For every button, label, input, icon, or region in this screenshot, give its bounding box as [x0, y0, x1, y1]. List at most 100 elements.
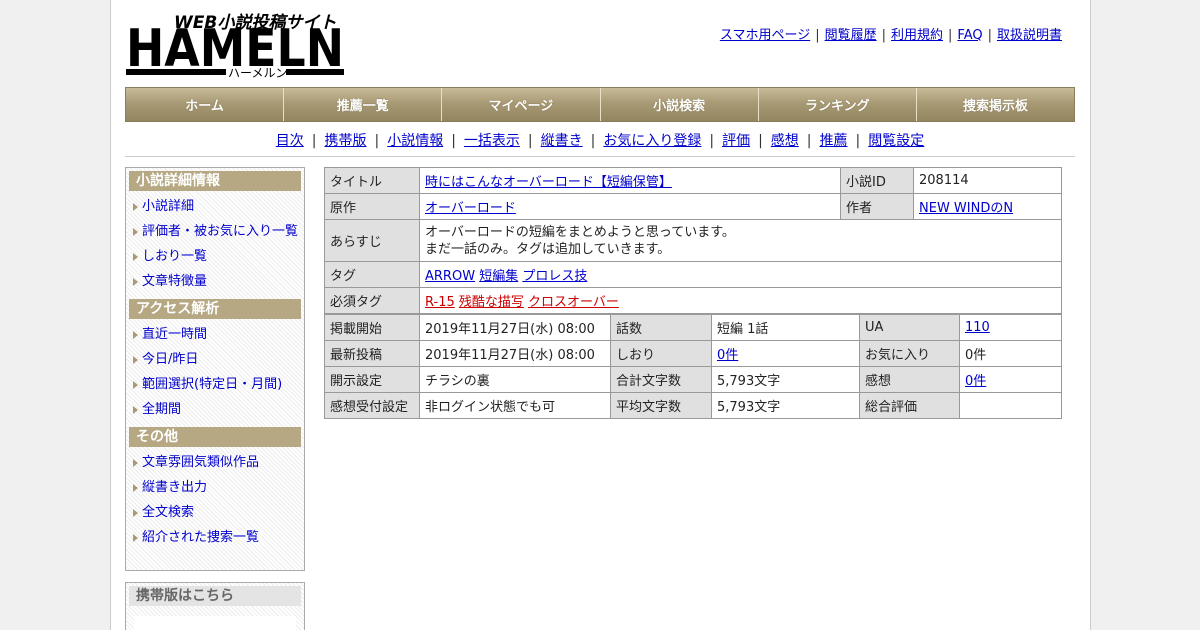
subnav-add-favorite[interactable]: お気に入り登録	[603, 133, 701, 149]
mobile-box-heading: 携帯版はこちら	[129, 586, 301, 606]
subnav-novel-info[interactable]: 小説情報	[387, 133, 443, 149]
sidebar-heading-access: アクセス解析	[129, 299, 301, 319]
toplink-smartphone[interactable]: スマホ用ページ	[720, 28, 810, 43]
required-tags-label: 必須タグ	[324, 287, 420, 314]
nav-recommend-list[interactable]: 推薦一覧	[284, 88, 443, 121]
arrow-icon	[133, 253, 138, 261]
sidebar-item-last-hour[interactable]: 直近一時間	[126, 322, 304, 347]
stat-value: 0件	[959, 340, 1062, 367]
required-tag-link[interactable]: R-15	[425, 295, 455, 310]
id-value: 208114	[913, 167, 1062, 194]
sidebar-item-similar[interactable]: 文章雰囲気類似作品	[126, 450, 304, 475]
top-links: スマホ用ページ | 閲覧履歴 | 利用規約 | FAQ | 取扱説明書	[719, 28, 1062, 43]
stat-value: 5,793文字	[711, 392, 860, 419]
hameln-logo[interactable]: WEB小説投稿サイト HAMELN ハーメルン	[126, 8, 348, 82]
sidebar-item-novel-detail[interactable]: 小説詳細	[126, 194, 304, 219]
author-cell: NEW WINDのN	[913, 193, 1062, 220]
arrow-icon	[133, 406, 138, 414]
stat-label: 最新投稿	[324, 340, 420, 367]
stat-value	[959, 392, 1062, 419]
author-label: 作者	[840, 193, 914, 220]
title-link[interactable]: 時にはこんなオーバーロード【短編保管】	[425, 175, 672, 190]
original-link[interactable]: オーバーロード	[425, 201, 516, 216]
stat-label: 平均文字数	[610, 392, 712, 419]
arrow-icon	[133, 459, 138, 467]
tag-link[interactable]: プロレス技	[522, 269, 587, 284]
arrow-icon	[133, 356, 138, 364]
sidebar-item-introduced[interactable]: 紹介された捜索一覧	[126, 525, 304, 550]
tag-link[interactable]: 短編集	[479, 269, 518, 284]
table-row: タイトル 時にはこんなオーバーロード【短編保管】 小説ID 208114	[324, 167, 1062, 194]
stat-value: 非ログイン状態でも可	[419, 392, 611, 419]
toplink-terms[interactable]: 利用規約	[891, 28, 943, 43]
stat-value-cell: 110	[959, 314, 1062, 341]
subnav-view-settings[interactable]: 閲覧設定	[868, 133, 924, 149]
stat-value: 短編 1話	[711, 314, 860, 341]
novel-info-table: タイトル 時にはこんなオーバーロード【短編保管】 小説ID 208114 原作 …	[324, 167, 1062, 314]
subnav-recommend[interactable]: 推薦	[820, 133, 848, 149]
stat-value-cell: 0件	[711, 340, 860, 367]
divider	[125, 156, 1075, 157]
sidebar-item-bookmarks[interactable]: しおり一覧	[126, 244, 304, 269]
table-row: 掲載開始 2019年11月27日(水) 08:00 話数 短編 1話 UA 11…	[324, 314, 1062, 341]
subnav-toc[interactable]: 目次	[276, 133, 304, 149]
bookmarks-link[interactable]: 0件	[717, 348, 738, 363]
stat-label: 総合評価	[859, 392, 960, 419]
sub-nav: 目次 | 携帯版 | 小説情報 | 一括表示 | 縦書き | お気に入り登録 | 評価 | 感想 | 推薦 | 閲覧…	[275, 133, 925, 149]
nav-novel-search[interactable]: 小説検索	[600, 88, 759, 121]
table-row: 開示設定 チラシの裏 合計文字数 5,793文字 感想 0件	[324, 366, 1062, 393]
sidebar-item-vertical-output[interactable]: 縦書き出力	[126, 475, 304, 500]
table-row: 原作 オーバーロード 作者 NEW WINDのN	[324, 193, 1062, 220]
toplink-history[interactable]: 閲覧履歴	[825, 28, 877, 43]
table-row: 感想受付設定 非ログイン状態でも可 平均文字数 5,793文字 総合評価	[324, 392, 1062, 419]
sidebar-item-text-features[interactable]: 文章特徴量	[126, 269, 304, 294]
main-nav: ホーム 推薦一覧 マイページ 小説検索 ランキング 捜索掲示板	[125, 87, 1075, 122]
subnav-show-all[interactable]: 一括表示	[464, 133, 520, 149]
sidebar-item-fulltext-search[interactable]: 全文検索	[126, 500, 304, 525]
sidebar-item-raters[interactable]: 評価者・被お気に入り一覧	[126, 219, 304, 244]
ua-link[interactable]: 110	[965, 320, 990, 335]
stat-label: 合計文字数	[610, 366, 712, 393]
subnav-vertical[interactable]: 縦書き	[541, 133, 583, 149]
sidebar-item-today[interactable]: 今日/昨日	[126, 347, 304, 372]
toplink-manual[interactable]: 取扱説明書	[997, 28, 1062, 43]
author-link[interactable]: NEW WINDのN	[919, 201, 1013, 216]
table-row: あらすじ オーバーロードの短編をまとめようと思っています。 まだ一話のみ。タグは追…	[324, 219, 1062, 262]
toplink-faq[interactable]: FAQ	[957, 28, 982, 43]
nav-mypage[interactable]: マイページ	[442, 88, 601, 121]
stat-value: 5,793文字	[711, 366, 860, 393]
stat-label: 感想	[859, 366, 960, 393]
subnav-comments[interactable]: 感想	[771, 133, 799, 149]
title-cell: 時にはこんなオーバーロード【短編保管】	[419, 167, 841, 194]
page: WEB小説投稿サイト HAMELN ハーメルン スマホ用ページ | 閲覧履歴 | 利用規…	[110, 0, 1091, 630]
arrow-icon	[133, 484, 138, 492]
synopsis-value: オーバーロードの短編をまとめようと思っています。 まだ一話のみ。タグは追加していき…	[419, 219, 1062, 262]
sidebar-item-all-time[interactable]: 全期間	[126, 397, 304, 422]
stat-label: UA	[859, 314, 960, 341]
nav-ranking[interactable]: ランキング	[758, 88, 917, 121]
stat-label: 開示設定	[324, 366, 420, 393]
arrow-icon	[133, 509, 138, 517]
stat-label: お気に入り	[859, 340, 960, 367]
stat-label: 掲載開始	[324, 314, 420, 341]
table-row: 最新投稿 2019年11月27日(水) 08:00 しおり 0件 お気に入り 0…	[324, 340, 1062, 367]
original-label: 原作	[324, 193, 420, 220]
tag-link[interactable]: ARROW	[425, 269, 475, 284]
subnav-rate[interactable]: 評価	[722, 133, 750, 149]
mobile-box: 携帯版はこちら	[125, 582, 305, 630]
nav-search-board[interactable]: 捜索掲示板	[916, 88, 1075, 121]
title-label: タイトル	[324, 167, 420, 194]
comments-link[interactable]: 0件	[965, 374, 986, 389]
arrow-icon	[133, 381, 138, 389]
sidebar-item-range[interactable]: 範囲選択(特定日・月間)	[126, 372, 304, 397]
required-tag-link[interactable]: クロスオーバー	[528, 295, 619, 310]
stat-value: 2019年11月27日(水) 08:00	[419, 340, 611, 367]
arrow-icon	[133, 278, 138, 286]
tags-cell: ARROW 短編集 プロレス技	[419, 261, 1062, 288]
required-tag-link[interactable]: 残酷な描写	[459, 295, 524, 310]
subnav-mobile[interactable]: 携帯版	[324, 133, 366, 149]
nav-home[interactable]: ホーム	[126, 88, 285, 121]
stat-value-cell: 0件	[959, 366, 1062, 393]
synopsis-label: あらすじ	[324, 219, 420, 262]
arrow-icon	[133, 331, 138, 339]
